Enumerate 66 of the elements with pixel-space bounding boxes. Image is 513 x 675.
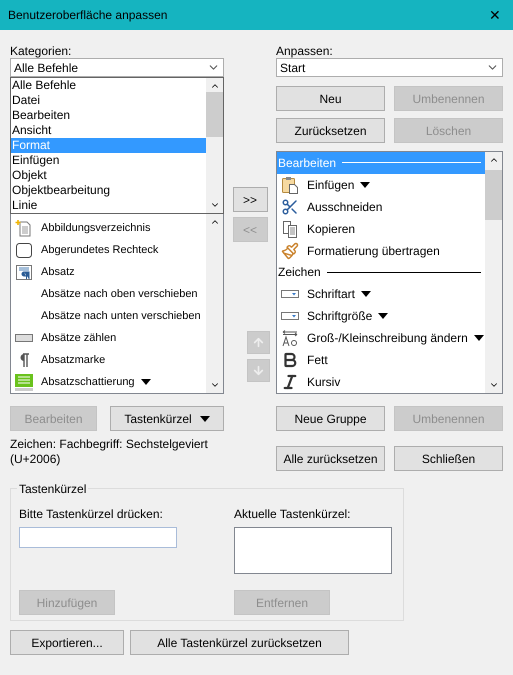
button[interactable]: Zurücksetzen — [276, 118, 385, 143]
button[interactable]: Neue Gruppe — [276, 406, 385, 431]
window-title: Benutzeroberfläche anpassen — [8, 7, 168, 24]
copy-icon — [281, 220, 299, 238]
category-dropdown-list[interactable]: Alle Befehle Datei Bearbeiten Ansicht Format Einfügen Objekt Objektbearbeitung Linie — [10, 77, 224, 214]
paragraph-icon — [15, 263, 33, 281]
scrollbar[interactable] — [206, 214, 223, 393]
scissors-icon — [281, 198, 299, 216]
current-shortcuts-label: Aktuelle Tastenkürzel: — [234, 506, 352, 523]
scrollbar-thumb[interactable] — [485, 170, 502, 220]
description-text: Zeichen: Fachbegriff: Sechstelgeviert (U+2006) — [10, 437, 209, 467]
scrollbar[interactable] — [485, 152, 502, 393]
clipboard-icon — [281, 176, 299, 194]
toolbar-entry[interactable]: Kopieren — [277, 218, 485, 240]
category-option[interactable]: Datei — [11, 93, 206, 108]
command-item[interactable]: Absatz — [15, 261, 206, 283]
toolbar-entry[interactable]: Kursiv — [277, 371, 485, 393]
toolbar-entry[interactable]: Einfügen — [277, 174, 485, 196]
command-item[interactable]: Absätze zählen — [15, 327, 206, 349]
category-option[interactable]: Bearbeiten — [11, 108, 206, 123]
toolbar-entry[interactable]: Schriftgröße — [277, 305, 485, 328]
group-header[interactable]: Zeichen — [277, 262, 485, 284]
command-item[interactable]: Absatzschattierung — [15, 371, 206, 393]
toolbar-entry[interactable]: Schriftart — [277, 283, 485, 306]
arrow-up-icon — [252, 336, 264, 349]
category-option[interactable]: Objektbearbeitung — [11, 183, 206, 198]
current-shortcuts-list[interactable] — [234, 527, 392, 574]
toolbar-entry[interactable]: Fett — [277, 349, 485, 372]
scrollbar-thumb[interactable] — [206, 92, 223, 137]
toolbar-entry[interactable]: Groß-/Kleinschreibung ändern — [277, 327, 485, 350]
command-list[interactable]: Abbildungsverzeichnis Abgerundetes Rechteck Absatz Absätze nach oben verschieben Absätze nach unten verschieben Absätze zählen Absatzmarke Absatzschattierung — [10, 214, 224, 394]
document-plus-icon — [15, 219, 33, 237]
categories-label: Kategorien: — [10, 43, 72, 58]
category-option[interactable]: Alle Befehle — [11, 78, 206, 93]
command-item[interactable]: Absatzmarke — [15, 349, 206, 371]
toolbar-entry-list[interactable]: Bearbeiten Einfügen Ausschneiden Kopieren Formatierung übertragen Zeichen Schriftart Schriftgröße Groß-/Kleinschreibung ändern Fett Kursiv — [276, 151, 503, 394]
scrollbar[interactable] — [206, 78, 223, 213]
press-shortcut-label: Bitte Tastenkürzel drücken: — [19, 506, 164, 523]
paintbrush-icon — [281, 242, 299, 260]
command-item[interactable]: Abgerundetes Rechteck — [15, 239, 206, 261]
category-option[interactable]: Linie — [11, 198, 206, 213]
case-change-icon — [281, 329, 299, 348]
button[interactable]: Alle zurücksetzen — [276, 446, 385, 471]
shortcut-input-field[interactable] — [19, 527, 177, 548]
italic-icon — [281, 373, 299, 392]
toolbar-entry[interactable]: Ausschneiden — [277, 196, 485, 218]
rounded-rectangle-icon — [15, 241, 33, 259]
command-item[interactable]: Absätze nach oben verschieben — [15, 283, 206, 305]
customize-label: Anpassen: — [276, 43, 334, 58]
button[interactable]: Exportieren... — [10, 630, 124, 655]
arrow-down-icon — [252, 364, 264, 377]
button[interactable]: Neu — [276, 86, 385, 111]
dropdown-field[interactable]: Alle Befehle — [10, 58, 224, 77]
button[interactable]: Schließen — [394, 446, 503, 471]
close-button[interactable]: ✕ — [485, 4, 505, 26]
command-item[interactable]: Absätze nach unten verschieben — [15, 305, 206, 327]
toolbar-entry[interactable]: Formatierung übertragen — [277, 240, 485, 262]
button[interactable]: Tastenkürzel — [110, 406, 224, 431]
button[interactable]: Alle Tastenkürzel zurücksetzen — [130, 630, 349, 655]
dropdown-field[interactable]: Start — [276, 58, 503, 77]
button[interactable]: >> — [232, 187, 268, 212]
category-option[interactable]: Objekt — [11, 168, 206, 183]
command-item[interactable]: Abbildungsverzeichnis — [15, 217, 206, 239]
category-option[interactable]: Einfügen — [11, 153, 206, 168]
category-option[interactable]: Ansicht — [11, 123, 206, 138]
shading-icon — [15, 373, 33, 391]
